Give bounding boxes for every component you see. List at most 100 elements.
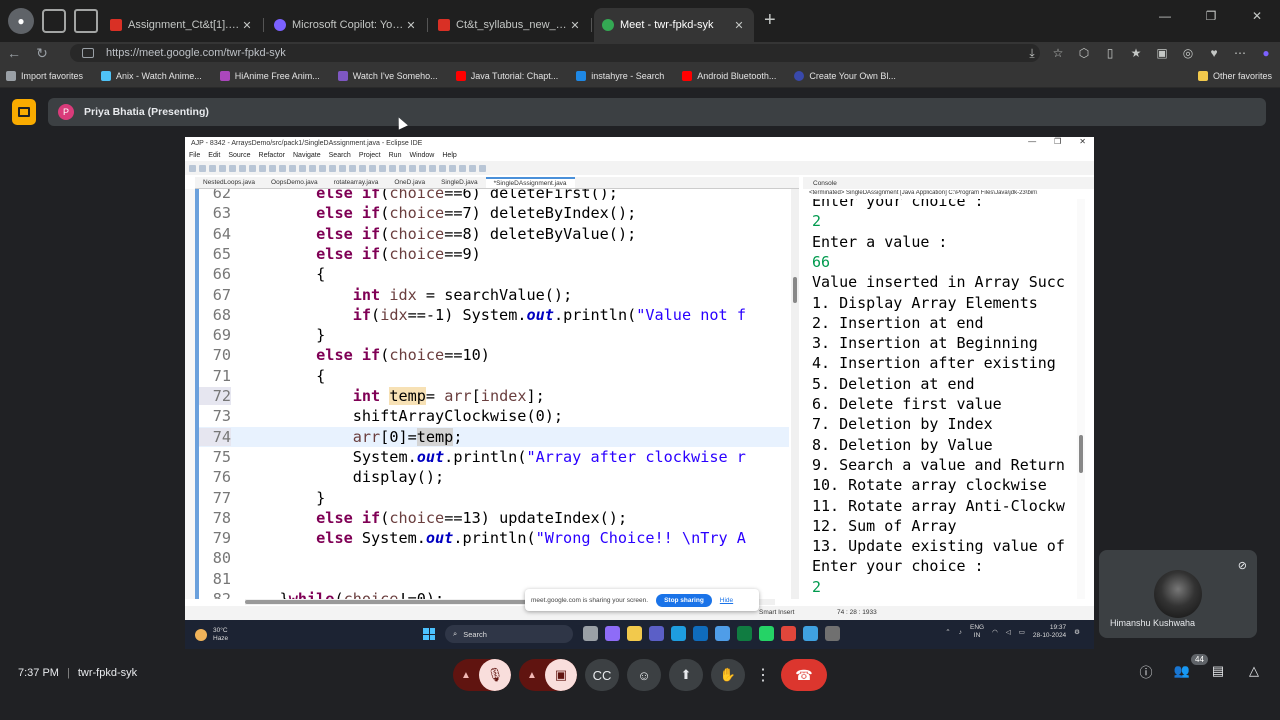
bookmark-anix[interactable]: Anix - Watch Anime... [101,70,202,81]
chevron-up-icon[interactable]: ⌃ [945,628,950,636]
address-bar[interactable]: https://meet.google.com/twr-fpkd-syk [70,44,1040,62]
chevron-up-icon[interactable]: ▲ [519,659,545,691]
menu-icon[interactable]: ⋯ [1232,45,1248,61]
toolbar-icon[interactable] [299,164,306,172]
activities-icon[interactable]: △ [1246,663,1262,679]
toolbar-icon[interactable] [199,164,206,172]
editor-scrollbar[interactable] [791,189,799,599]
toolbar-icon[interactable] [439,164,446,172]
toolbar-icon[interactable] [209,164,216,172]
menu-file[interactable]: File [189,152,200,159]
bookmark-other-favorites[interactable]: Other favorites [1197,70,1272,81]
chevron-up-icon[interactable]: ▲ [453,659,479,691]
close-icon[interactable]: ✕ [240,19,254,32]
store-icon[interactable] [715,626,730,641]
reload-icon[interactable]: ↻ [28,45,56,62]
code-line[interactable]: 73 shiftArrayClockwise(0); [199,406,789,426]
mic-off-icon[interactable]: 🎙 [479,659,511,691]
bookmark-android-bluetooth[interactable]: Android Bluetooth... [682,70,776,81]
windows-start-icon[interactable] [423,628,435,640]
whatsapp-icon[interactable] [759,626,774,641]
captions-icon[interactable]: CC [585,659,619,691]
emoji-icon[interactable]: ☺ [627,659,661,691]
close-icon[interactable]: ✕ [568,19,582,32]
bookmark-create-blog[interactable]: Create Your Own Bl... [794,70,896,81]
menu-run[interactable]: Run [389,152,402,159]
new-tab-icon[interactable]: + [764,9,776,32]
more-options-icon[interactable]: ⋮ [753,659,773,691]
toolbar-icon[interactable] [399,164,406,172]
code-line[interactable]: 75 System.out.println("Array after clock… [199,447,789,467]
outlook-icon[interactable] [693,626,708,641]
toolbar-icon[interactable] [479,164,486,172]
profile-icon[interactable]: ● [8,8,34,34]
browser-tab-2[interactable]: Microsoft Copilot: Your AI compa✕ [266,8,428,42]
toolbar-icon[interactable] [429,164,436,172]
bookmark-import-favorites[interactable]: Import favorites [6,70,83,81]
toolbar-icon[interactable] [369,164,376,172]
toolbar-icon[interactable] [189,164,196,172]
camera-off-icon[interactable]: ▣ [545,659,577,691]
editor-tab[interactable]: OneD.java [386,177,433,188]
weather-widget[interactable]: 30°C Haze [195,627,228,643]
browser-essentials-icon[interactable]: ♥ [1206,45,1222,61]
volume-icon[interactable]: ◁ [1006,628,1011,636]
code-line[interactable]: 72 int temp= arr[index]; [199,386,789,406]
toolbar-icon[interactable] [269,164,276,172]
code-line[interactable]: 74 arr[0]=temp; [199,426,789,447]
favorite-star-icon[interactable]: ☆ [1050,45,1066,61]
wifi-icon[interactable]: ◠ [992,628,998,636]
code-line[interactable]: 65 else if(choice==9) [199,244,789,264]
menu-search[interactable]: Search [329,152,351,159]
taskbar-search[interactable]: ⌕ Search [445,625,573,643]
taskbar-clock[interactable]: 19:37 28-10-2024 [1033,624,1066,640]
code-line[interactable]: 67 int idx = searchValue(); [199,285,789,305]
toolbar-icon[interactable] [219,164,226,172]
toolbar-icon[interactable] [459,164,466,172]
code-line[interactable]: 71 { [199,366,789,386]
stop-sharing-button[interactable]: Stop sharing [656,593,712,607]
code-line[interactable]: 68 if(idx==-1) System.out.println("Value… [199,305,789,325]
hide-link[interactable]: Hide [720,597,733,604]
editor-tab[interactable]: NestedLoops.java [195,177,263,188]
menu-edit[interactable]: Edit [208,152,220,159]
bookmark-instahyre[interactable]: instahyre - Search [576,70,664,81]
code-line[interactable]: 80 [199,548,789,568]
menu-navigate[interactable]: Navigate [293,152,321,159]
toolbar-icon[interactable] [259,164,266,172]
file-explorer-icon[interactable] [627,626,642,641]
minimize-icon[interactable]: — [1142,0,1188,32]
editor-tab[interactable]: rotatearray.java [326,177,387,188]
menu-source[interactable]: Source [228,152,250,159]
maximize-icon[interactable]: ❐ [1188,0,1234,32]
bookmark-watch[interactable]: Watch I've Someho... [337,70,438,81]
copilot-icon[interactable]: ● [1258,45,1274,61]
info-icon[interactable]: ⓘ [1138,663,1154,680]
toolbar-icon[interactable] [389,164,396,172]
extensions-icon[interactable]: ⬡ [1076,45,1092,61]
code-line[interactable]: 62 else if(choice==6) deleteFirst(); [199,189,789,203]
minimize-icon[interactable]: — [1028,137,1036,146]
toolbar-icon[interactable] [249,164,256,172]
code-line[interactable]: 77 } [199,488,789,508]
tab-actions-icon[interactable] [74,9,98,33]
toolbar-icon[interactable] [279,164,286,172]
toolbar-icon[interactable] [289,164,296,172]
toolbar-icon[interactable] [359,164,366,172]
editor-tab[interactable]: SingleD.java [433,177,486,188]
code-line[interactable]: 70 else if(choice==10) [199,345,789,365]
maximize-icon[interactable]: ❐ [1054,137,1061,146]
close-icon[interactable]: ✕ [404,19,418,32]
toolbar-icon[interactable] [469,164,476,172]
close-window-icon[interactable]: ✕ [1234,0,1280,32]
code-line[interactable]: 76 display(); [199,467,789,487]
editor-tab[interactable]: OopsDemo.java [263,177,326,188]
code-line[interactable]: 81 [199,569,789,589]
close-icon[interactable]: ✕ [1079,137,1086,146]
menu-project[interactable]: Project [359,152,381,159]
toolbar-icon[interactable] [329,164,336,172]
code-editor[interactable]: 62 else if(choice==6) deleteFirst(); 63 e… [195,189,793,599]
toolbar-icon[interactable] [319,164,326,172]
toolbar-icon[interactable] [229,164,236,172]
favorites-icon[interactable]: ★ [1128,45,1144,61]
